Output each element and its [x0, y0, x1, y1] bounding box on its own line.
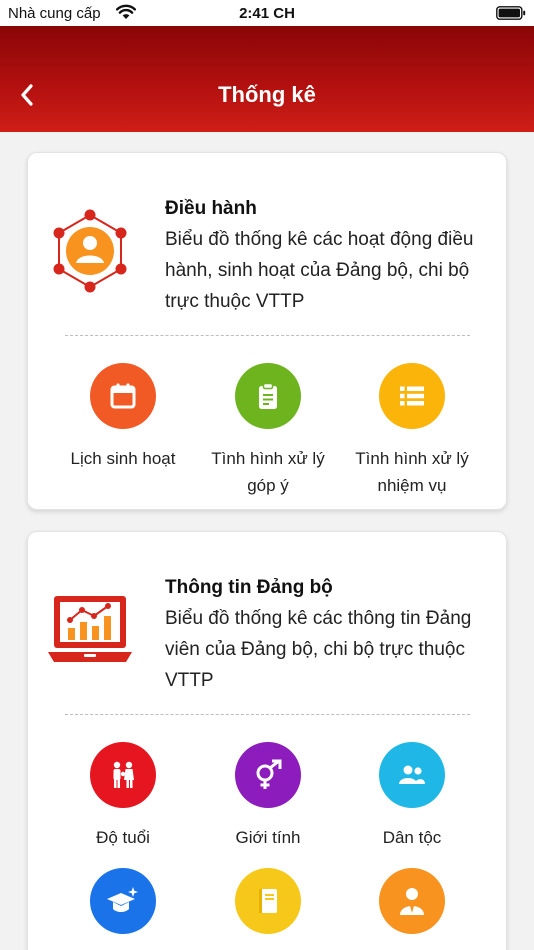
- item-label: Dân tộc: [382, 828, 442, 847]
- card-thong-tin-dang-bo: Thông tin Đảng bộ Biểu đồ thống kê các t…: [27, 531, 507, 950]
- family-icon: [113, 761, 134, 788]
- divider: [65, 714, 470, 715]
- laptop-chart-icon: [48, 596, 132, 662]
- item-dan-toc[interactable]: Dân tộc: [342, 742, 482, 851]
- item-circle: [379, 363, 445, 429]
- battery-icon: [496, 6, 526, 20]
- item-circle: [235, 363, 301, 429]
- clipboard-icon: [259, 382, 277, 409]
- item-label: Tình hình xử lý góp ý: [211, 449, 325, 495]
- card-title: Điều hành: [165, 198, 257, 219]
- list-icon: [400, 386, 424, 406]
- network-people-icon: [53, 209, 127, 293]
- item-dang-vien[interactable]: [342, 868, 482, 950]
- status-time: 2:41 CH: [239, 5, 295, 22]
- graduation-icon: [107, 887, 138, 912]
- gender-icon: [256, 759, 282, 789]
- page-title: Thống kê: [218, 82, 316, 107]
- item-tinh-hinh-nhiem-vu[interactable]: Tình hình xử lý nhiệm vụ: [342, 363, 482, 499]
- item-circle: [90, 363, 156, 429]
- calendar-icon: [110, 383, 136, 409]
- item-circle: [235, 868, 301, 934]
- item-gioi-tinh[interactable]: Giới tính: [198, 742, 338, 851]
- item-label: Độ tuổi: [96, 828, 150, 847]
- card-description: Biểu đồ thống kê các hoạt động điều hành…: [165, 229, 474, 312]
- item-trinh-do[interactable]: [53, 868, 193, 950]
- divider: [65, 335, 470, 336]
- item-label: Lịch sinh hoạt: [70, 449, 176, 468]
- item-do-tuoi[interactable]: Độ tuổi: [53, 742, 193, 851]
- item-label: Tình hình xử lý nhiệm vụ: [355, 449, 469, 495]
- item-circle: [235, 742, 301, 808]
- status-bar: Nhà cung cấp 2:41 CH: [0, 0, 534, 26]
- app-header: Thống kê: [0, 26, 534, 132]
- item-tinh-hinh-gop-y[interactable]: Tình hình xử lý góp ý: [198, 363, 338, 499]
- item-circle: [379, 868, 445, 934]
- users-icon: [399, 765, 425, 784]
- item-hoc-van[interactable]: [198, 868, 338, 950]
- book-icon: [259, 889, 277, 913]
- item-circle: [90, 742, 156, 808]
- item-lich-sinh-hoat[interactable]: Lịch sinh hoạt: [53, 363, 193, 472]
- member-icon: [400, 888, 424, 915]
- card-description: Biểu đồ thống kê các thông tin Đảng viên…: [165, 608, 472, 691]
- card-dieu-hanh: Điều hành Biểu đồ thống kê các hoạt động…: [27, 152, 507, 510]
- item-circle: [90, 868, 156, 934]
- item-circle: [379, 742, 445, 808]
- card-title: Thông tin Đảng bộ: [165, 577, 333, 598]
- item-label: Giới tính: [235, 828, 301, 847]
